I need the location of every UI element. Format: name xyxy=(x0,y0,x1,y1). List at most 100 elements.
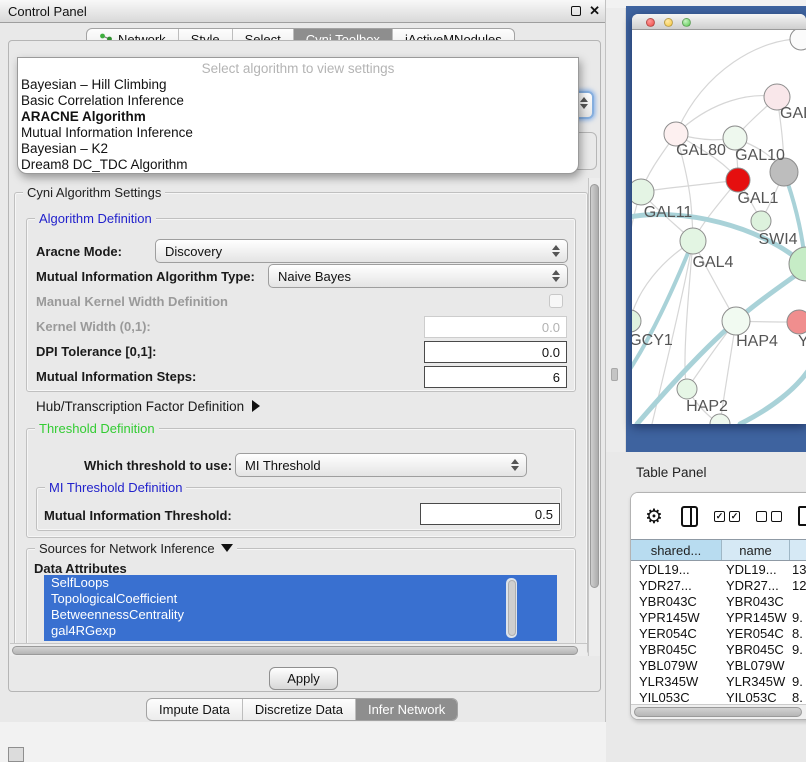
table-row[interactable]: YIL053CYIL053C8. xyxy=(631,690,806,704)
panel-divider[interactable] xyxy=(606,8,626,452)
select-all-columns-icon[interactable]: ✓✓ xyxy=(714,511,740,522)
table-row[interactable]: YPR145WYPR145W9. xyxy=(631,610,806,626)
mi-steps-label: Mutual Information Steps: xyxy=(36,369,196,384)
network-node[interactable] xyxy=(632,179,654,205)
expand-right-icon xyxy=(252,400,260,412)
settings-horizontal-scrollbar[interactable] xyxy=(10,643,587,656)
control-panel-titlebar: Control Panel ✕ xyxy=(0,0,605,23)
table-row[interactable]: YBL079WYBL079W xyxy=(631,658,806,674)
table-scrollbar-thumb[interactable] xyxy=(634,707,802,717)
kernel-width-label: Kernel Width (0,1): xyxy=(36,319,151,334)
data-attribute-item[interactable]: SelfLoops xyxy=(44,575,557,591)
network-node-label: SWI4 xyxy=(758,231,797,248)
table-panel-title: Table Panel xyxy=(636,465,707,480)
table-row[interactable]: YBR045CYBR045C9. xyxy=(631,642,806,658)
which-threshold-combo[interactable]: MI Threshold xyxy=(235,453,527,477)
close-icon[interactable]: ✕ xyxy=(589,3,600,19)
mi-type-combo[interactable]: Naive Bayes xyxy=(268,264,568,288)
tab-infer-network[interactable]: Infer Network xyxy=(356,699,457,720)
network-edge[interactable] xyxy=(676,96,777,134)
data-attributes-label: Data Attributes xyxy=(34,561,127,576)
algorithm-option[interactable]: Basic Correlation Inference xyxy=(18,93,578,109)
table-row[interactable]: YDL19...YDL19...13 xyxy=(631,562,806,578)
minimize-traffic-light[interactable] xyxy=(664,18,673,27)
settings-vertical-scrollbar[interactable] xyxy=(588,178,600,656)
aracne-mode-combo[interactable]: Discovery xyxy=(155,239,568,263)
zoom-traffic-light[interactable] xyxy=(682,18,691,27)
tab-impute-data[interactable]: Impute Data xyxy=(147,699,243,720)
close-traffic-light[interactable] xyxy=(646,18,655,27)
data-attribute-item[interactable]: BetweennessCentrality xyxy=(44,607,557,623)
mi-threshold-field[interactable]: 0.5 xyxy=(420,503,560,525)
algorithm-option[interactable]: Bayesian – Hill Climbing xyxy=(18,77,578,93)
dpi-tolerance-value: 0.0 xyxy=(542,345,560,360)
divider-grip[interactable] xyxy=(611,368,618,381)
column-header-shared-name[interactable]: shared... xyxy=(631,540,722,560)
table-toolbar: ⚙ ✓✓ xyxy=(631,493,806,539)
table-horizontal-scrollbar[interactable] xyxy=(631,704,806,719)
cyni-bottom-tabbar: Impute Data Discretize Data Infer Networ… xyxy=(146,698,458,721)
dpi-tolerance-field[interactable]: 0.0 xyxy=(424,341,567,363)
table-cell xyxy=(790,594,806,610)
network-node[interactable] xyxy=(790,30,806,50)
manual-kernel-checkbox[interactable] xyxy=(549,294,563,308)
float-panel-icon[interactable] xyxy=(571,6,581,16)
network-node-label: HAP2 xyxy=(686,398,728,415)
table-row[interactable]: YBR043CYBR043C xyxy=(631,594,806,610)
screen: Control Panel ✕ Network Style Select Cyn… xyxy=(0,0,806,762)
vertical-scrollbar-thumb[interactable] xyxy=(590,184,599,588)
table-cell: YBR043C xyxy=(631,594,722,610)
mi-threshold-value: 0.5 xyxy=(535,507,553,522)
table-cell: YBR043C xyxy=(722,594,790,610)
attributes-scrollbar[interactable] xyxy=(506,578,517,638)
network-view-window[interactable]: GALGAL80GAL10GAL1GAL11SWI4GAL4GCY1HAP4YH… xyxy=(632,14,806,424)
table-cell xyxy=(790,658,806,674)
network-edge[interactable] xyxy=(740,368,806,424)
column-header-partial[interactable] xyxy=(790,540,806,560)
table-body: YDL19...YDL19...13YDR27...YDR27...12YBR0… xyxy=(631,562,806,704)
sources-group-title[interactable]: Sources for Network Inference xyxy=(35,541,237,556)
network-node-label: GAL10 xyxy=(735,147,785,164)
column-header-name[interactable]: name xyxy=(722,540,790,560)
minimized-panel-icon[interactable] xyxy=(8,747,24,762)
columns-icon[interactable] xyxy=(681,506,698,527)
apply-button[interactable]: Apply xyxy=(269,667,338,690)
table-cell: YPR145W xyxy=(722,610,790,626)
horizontal-scrollbar-thumb[interactable] xyxy=(12,646,578,655)
table-row[interactable]: YER054CYER054C8. xyxy=(631,626,806,642)
kernel-width-field[interactable]: 0.0 xyxy=(424,316,567,338)
network-node-label: Y xyxy=(798,333,806,350)
data-attribute-item[interactable]: gal4RGexp xyxy=(44,623,557,639)
export-table-icon[interactable] xyxy=(798,506,806,526)
network-node[interactable] xyxy=(677,379,697,399)
data-attribute-item[interactable]: TopologicalCoefficient xyxy=(44,591,557,607)
network-graph[interactable]: GALGAL80GAL10GAL1GAL11SWI4GAL4GCY1HAP4YH… xyxy=(632,30,806,424)
network-node[interactable] xyxy=(680,228,706,254)
mi-type-value: Naive Bayes xyxy=(278,269,351,284)
mi-steps-field[interactable]: 6 xyxy=(424,366,567,388)
algorithm-option[interactable]: Bayesian – K2 xyxy=(18,141,578,157)
algorithm-option[interactable]: ARACNE Algorithm xyxy=(18,109,578,125)
algorithm-option[interactable]: Mutual Information Inference xyxy=(18,125,578,141)
network-node[interactable] xyxy=(787,310,806,334)
network-node[interactable] xyxy=(751,211,771,231)
data-attributes-list[interactable]: SelfLoopsTopologicalCoefficientBetweenne… xyxy=(44,575,557,641)
network-node[interactable] xyxy=(632,310,641,332)
network-node-label: GCY1 xyxy=(632,332,673,349)
table-cell: 9. xyxy=(790,610,806,626)
tab-discretize-data[interactable]: Discretize Data xyxy=(243,699,356,720)
table-row[interactable]: YLR345WYLR345W9. xyxy=(631,674,806,690)
network-node-label: GAL xyxy=(780,105,806,122)
network-node-label: GAL1 xyxy=(738,190,779,207)
network-node[interactable] xyxy=(722,307,750,335)
network-node[interactable] xyxy=(726,168,750,192)
deselect-all-columns-icon[interactable] xyxy=(756,511,782,522)
table-row[interactable]: YDR27...YDR27...12 xyxy=(631,578,806,594)
gear-icon[interactable]: ⚙ xyxy=(645,504,663,529)
network-node[interactable] xyxy=(710,414,730,424)
algorithm-option[interactable]: Dream8 DC_TDC Algorithm xyxy=(18,157,578,173)
hub-definition-toggle[interactable]: Hub/Transcription Factor Definition xyxy=(36,399,260,414)
table-cell: YIL053C xyxy=(631,690,722,704)
table-cell: YER054C xyxy=(722,626,790,642)
network-edge[interactable] xyxy=(632,241,693,375)
